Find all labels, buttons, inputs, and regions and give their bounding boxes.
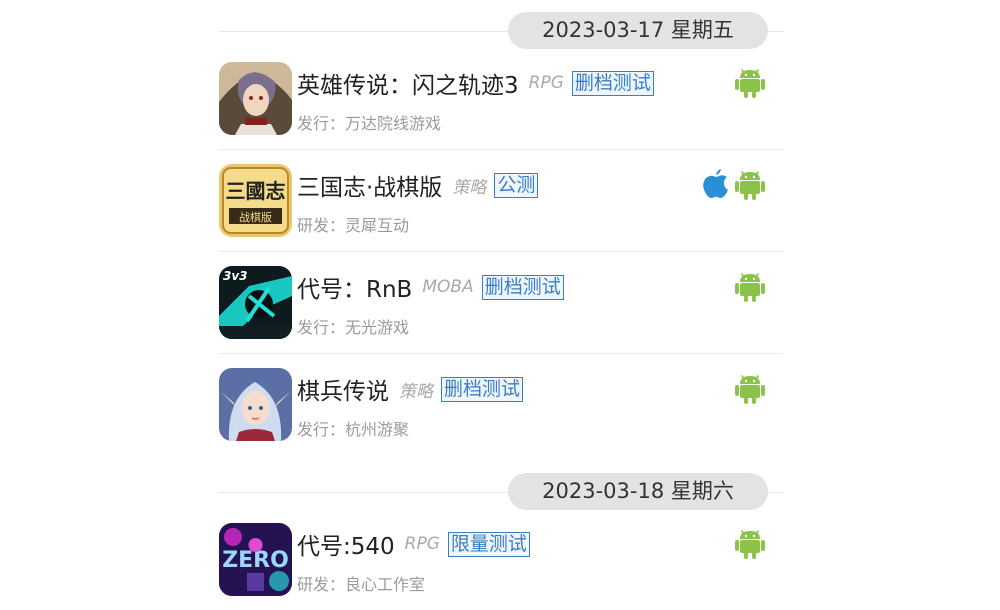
android-icon: [735, 166, 765, 200]
game-title[interactable]: 三国志·战棋版: [297, 168, 442, 202]
hero-legend-icon[interactable]: [219, 62, 292, 135]
date-label: 2023-03-17 星期五: [508, 12, 768, 49]
platforms: [735, 525, 765, 559]
game-title[interactable]: 代号：RnB: [297, 270, 412, 304]
game-genre: RPG: [404, 534, 440, 554]
svg-text:战棋版: 战棋版: [239, 210, 272, 224]
game-item[interactable]: ZERO 代号:540 RPG 限量测试 研发：良心工作室: [219, 509, 783, 610]
game-item[interactable]: 英雄传说：闪之轨迹3 RPG 删档测试 发行：万达院线游戏: [219, 48, 783, 150]
developer-text: 研发：灵犀互动: [297, 216, 410, 235]
game-item[interactable]: 棋兵传说 策略 删档测试 发行：杭州游聚: [219, 354, 783, 455]
android-icon: [735, 525, 765, 559]
test-status-badge: 删档测试: [481, 274, 564, 300]
test-status-badge: 删档测试: [571, 70, 654, 96]
game-title[interactable]: 棋兵传说: [297, 372, 389, 406]
date-divider: 2023-03-17 星期五: [219, 0, 783, 49]
publisher-text: 发行：杭州游聚: [297, 420, 410, 439]
game-item[interactable]: 三國志 战棋版 三国志·战棋版 策略 公测 研发：灵犀互动: [219, 150, 783, 252]
three-kingdoms-icon[interactable]: 三國志 战棋版: [219, 164, 292, 237]
game-title[interactable]: 代号:540: [297, 527, 395, 561]
elf-girl-icon[interactable]: [219, 368, 292, 441]
game-release-list: 2023-03-17 星期五 英雄传说：闪之轨迹3 RPG 删档测试 发行：万达…: [219, 0, 783, 610]
date-label: 2023-03-18 星期六: [508, 473, 768, 510]
platforms: [735, 370, 765, 404]
publisher-text: 发行：无光游戏: [297, 318, 410, 337]
developer-text: 研发：良心工作室: [297, 575, 426, 594]
svg-text:3v3: 3v3: [223, 269, 248, 283]
android-icon: [735, 370, 765, 404]
publisher-text: 发行：万达院线游戏: [297, 114, 442, 133]
rnb-icon[interactable]: 3v3: [219, 266, 292, 339]
game-genre: RPG: [528, 73, 564, 93]
test-status-badge: 限量测试: [447, 531, 530, 557]
svg-text:三國志: 三國志: [226, 179, 286, 203]
platforms: [701, 166, 765, 200]
game-genre: MOBA: [422, 277, 474, 297]
platforms: [735, 268, 765, 302]
game-genre: 策略: [452, 177, 487, 198]
game-genre: 策略: [399, 381, 433, 402]
game-title[interactable]: 英雄传说：闪之轨迹3: [297, 66, 519, 100]
test-status-badge: 删档测试: [441, 376, 524, 402]
platforms: [735, 64, 765, 98]
game-item[interactable]: 3v3 代号：RnB MOBA 删档测试 发行：无光游戏: [219, 252, 783, 354]
android-icon: [735, 268, 765, 302]
apple-icon: [701, 166, 731, 200]
zero-540-icon[interactable]: ZERO: [219, 523, 292, 596]
test-status-badge: 公测: [494, 172, 539, 198]
android-icon: [735, 64, 765, 98]
date-divider: 2023-03-18 星期六: [219, 461, 783, 510]
